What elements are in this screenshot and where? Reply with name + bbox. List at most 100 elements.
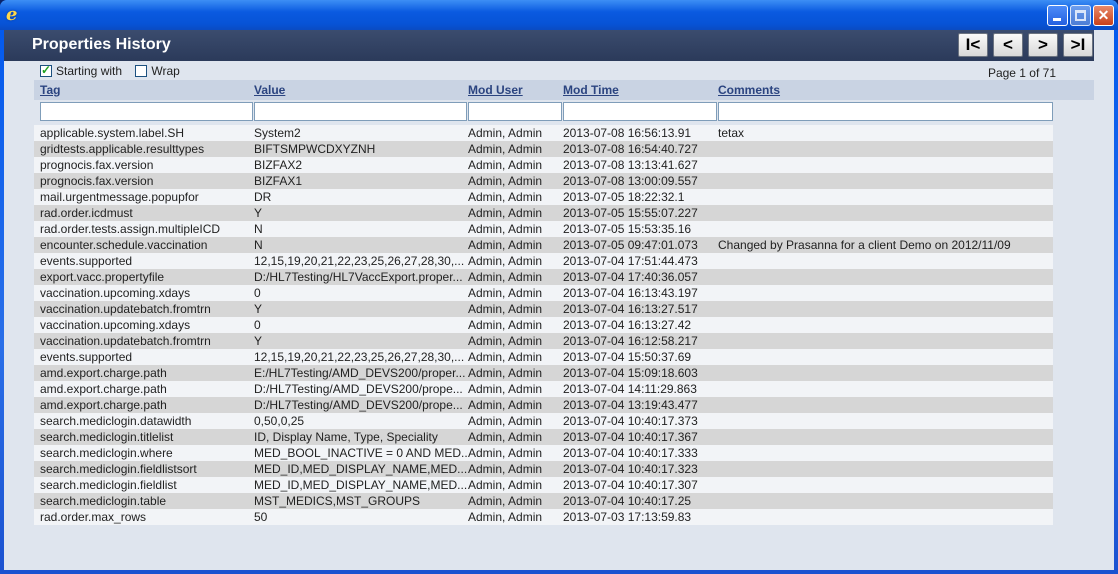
header-bar: Properties History I< < > >I bbox=[4, 30, 1094, 61]
table-row[interactable]: amd.export.charge.path D:/HL7Testing/AMD_… bbox=[34, 381, 1053, 397]
table-row[interactable]: prognocis.fax.version BIZFAX1 Admin, Admin… bbox=[34, 173, 1053, 189]
cell-tag: prognocis.fax.version bbox=[40, 174, 154, 188]
cell-value: N bbox=[254, 238, 263, 252]
mod-user-filter-input[interactable] bbox=[468, 102, 562, 121]
maximize-button[interactable] bbox=[1070, 5, 1091, 26]
table-row[interactable]: gridtests.applicable.resulttypes BIFTSMPW… bbox=[34, 141, 1053, 157]
table-row[interactable]: mail.urgentmessage.popupfor DR Admin, Admi… bbox=[34, 189, 1053, 205]
mod-time-filter-input[interactable] bbox=[563, 102, 717, 121]
table-row[interactable]: search.mediclogin.titlelist ID, Display N… bbox=[34, 429, 1053, 445]
status-strip bbox=[4, 564, 1114, 570]
comments-filter-input[interactable] bbox=[718, 102, 1053, 121]
cell-tag: gridtests.applicable.resulttypes bbox=[40, 142, 205, 156]
table-row[interactable]: export.vacc.propertyfile D:/HL7Testing/HL… bbox=[34, 269, 1053, 285]
cell-mod-user: Admin, Admin bbox=[468, 366, 543, 380]
maximize-icon bbox=[1075, 10, 1086, 21]
cell-value: D:/HL7Testing/AMD_DEVS200/prope... bbox=[254, 382, 463, 396]
cell-mod-user: Admin, Admin bbox=[468, 350, 543, 364]
table-row[interactable]: events.supported 12,15,19,20,21,22,23,25,… bbox=[34, 349, 1053, 365]
cell-mod-user: Admin, Admin bbox=[468, 494, 543, 508]
column-header-value[interactable]: Value bbox=[254, 83, 285, 97]
table-row[interactable]: amd.export.charge.path D:/HL7Testing/AMD_… bbox=[34, 397, 1053, 413]
table-row[interactable]: rad.order.icdmust Y Admin, Admin 2013-07-05… bbox=[34, 205, 1053, 221]
cell-tag: export.vacc.propertyfile bbox=[40, 270, 165, 284]
cell-mod-time: 2013-07-05 15:53:35.16 bbox=[563, 222, 692, 236]
cell-tag: search.mediclogin.datawidth bbox=[40, 414, 192, 428]
cell-mod-time: 2013-07-05 09:47:01.073 bbox=[563, 238, 698, 252]
table-row[interactable]: events.supported 12,15,19,20,21,22,23,25,… bbox=[34, 253, 1053, 269]
cell-value: 50 bbox=[254, 510, 268, 524]
column-header-tag[interactable]: Tag bbox=[40, 83, 60, 97]
tag-filter-input[interactable] bbox=[40, 102, 253, 121]
next-page-button[interactable]: > bbox=[1028, 33, 1058, 57]
column-header-mod-user[interactable]: Mod User bbox=[468, 83, 523, 97]
cell-mod-user: Admin, Admin bbox=[468, 158, 543, 172]
wrap-checkbox[interactable] bbox=[135, 65, 148, 77]
table-row[interactable]: prognocis.fax.version BIZFAX2 Admin, Admin… bbox=[34, 157, 1053, 173]
cell-mod-user: Admin, Admin bbox=[468, 334, 543, 348]
cell-tag: vaccination.updatebatch.fromtrn bbox=[40, 302, 211, 316]
prev-page-button[interactable]: < bbox=[993, 33, 1023, 57]
cell-tag: events.supported bbox=[40, 254, 133, 268]
cell-value: DR bbox=[254, 190, 272, 204]
minimize-button[interactable] bbox=[1047, 5, 1068, 26]
cell-tag: events.supported bbox=[40, 350, 133, 364]
cell-mod-time: 2013-07-04 10:40:17.367 bbox=[563, 430, 698, 444]
cell-value: MED_ID,MED_DISPLAY_NAME,MED... bbox=[254, 462, 467, 476]
cell-mod-time: 2013-07-04 16:13:27.517 bbox=[563, 302, 698, 316]
cell-mod-user: Admin, Admin bbox=[468, 254, 543, 268]
table-row[interactable]: encounter.schedule.vaccination N Admin, Ad… bbox=[34, 237, 1053, 253]
close-button[interactable]: ✕ bbox=[1093, 5, 1114, 26]
cell-mod-time: 2013-07-04 16:12:58.217 bbox=[563, 334, 698, 348]
starting-with-checkbox[interactable] bbox=[40, 63, 52, 77]
cell-mod-time: 2013-07-05 15:55:07.227 bbox=[563, 206, 698, 220]
table-row[interactable]: vaccination.upcoming.xdays 0 Admin, Admin 2… bbox=[34, 285, 1053, 301]
cell-mod-time: 2013-07-04 10:40:17.333 bbox=[563, 446, 698, 460]
table-row[interactable]: search.mediclogin.table MST_MEDICS,MST_GR… bbox=[34, 493, 1053, 509]
cell-tag: rad.order.icdmust bbox=[40, 206, 133, 220]
table-row[interactable]: search.mediclogin.fieldlistsort MED_ID,ME… bbox=[34, 461, 1053, 477]
close-icon: ✕ bbox=[1097, 7, 1110, 23]
table-row[interactable]: rad.order.max_rows 50 Admin, Admin 2013-07-… bbox=[34, 509, 1053, 525]
cell-value: BIZFAX1 bbox=[254, 174, 303, 188]
cell-mod-user: Admin, Admin bbox=[468, 478, 543, 492]
table-row[interactable]: search.mediclogin.where MED_BOOL_INACTIVE… bbox=[34, 445, 1053, 461]
cell-mod-time: 2013-07-04 10:40:17.373 bbox=[563, 414, 698, 428]
column-headers: Tag Value Mod User Mod Time Comments bbox=[34, 80, 1094, 100]
cell-mod-user: Admin, Admin bbox=[468, 190, 543, 204]
page-title: Properties History bbox=[32, 36, 171, 53]
column-header-mod-time[interactable]: Mod Time bbox=[563, 83, 619, 97]
cell-comments: Changed by Prasanna for a client Demo on… bbox=[718, 238, 1011, 252]
cell-comments: tetax bbox=[718, 126, 745, 140]
cell-mod-user: Admin, Admin bbox=[468, 302, 543, 316]
cell-value: BIZFAX2 bbox=[254, 158, 303, 172]
cell-tag: search.mediclogin.table bbox=[40, 494, 167, 508]
table-row[interactable]: vaccination.updatebatch.fromtrn Y Admin, A… bbox=[34, 333, 1053, 349]
client-area: Properties History I< < > >I Starting wi… bbox=[4, 30, 1114, 570]
value-filter-input[interactable] bbox=[254, 102, 467, 121]
cell-mod-time: 2013-07-04 16:13:27.42 bbox=[563, 318, 692, 332]
cell-tag: rad.order.tests.assign.multipleICD bbox=[40, 222, 221, 236]
cell-mod-time: 2013-07-08 16:56:13.91 bbox=[563, 126, 692, 140]
table-row[interactable]: amd.export.charge.path E:/HL7Testing/AMD_… bbox=[34, 365, 1053, 381]
cell-tag: vaccination.upcoming.xdays bbox=[40, 286, 191, 300]
table-row[interactable]: vaccination.upcoming.xdays 0 Admin, Admin 2… bbox=[34, 317, 1053, 333]
cell-mod-user: Admin, Admin bbox=[468, 430, 543, 444]
cell-mod-time: 2013-07-04 10:40:17.323 bbox=[563, 462, 698, 476]
cell-mod-user: Admin, Admin bbox=[468, 318, 543, 332]
table-row[interactable]: search.mediclogin.fieldlist MED_ID,MED_DI… bbox=[34, 477, 1053, 493]
window-titlebar[interactable]: e ✕ bbox=[0, 0, 1118, 30]
table-row[interactable]: rad.order.tests.assign.multipleICD N Admin… bbox=[34, 221, 1053, 237]
cell-mod-user: Admin, Admin bbox=[468, 446, 543, 460]
column-header-comments[interactable]: Comments bbox=[718, 83, 780, 97]
cell-value: BIFTSMPWCDXYZNH bbox=[254, 142, 376, 156]
first-page-button[interactable]: I< bbox=[958, 33, 988, 57]
cell-value: D:/HL7Testing/HL7VaccExport.proper... bbox=[254, 270, 463, 284]
filter-row bbox=[34, 100, 1094, 122]
table-row[interactable]: applicable.system.label.SH System2 Admin, … bbox=[34, 125, 1053, 141]
last-page-button[interactable]: >I bbox=[1063, 33, 1093, 57]
cell-value: System2 bbox=[254, 126, 301, 140]
table-row[interactable]: search.mediclogin.datawidth 0,50,0,25 Admi… bbox=[34, 413, 1053, 429]
cell-mod-time: 2013-07-04 17:40:36.057 bbox=[563, 270, 698, 284]
table-row[interactable]: vaccination.updatebatch.fromtrn Y Admin, A… bbox=[34, 301, 1053, 317]
